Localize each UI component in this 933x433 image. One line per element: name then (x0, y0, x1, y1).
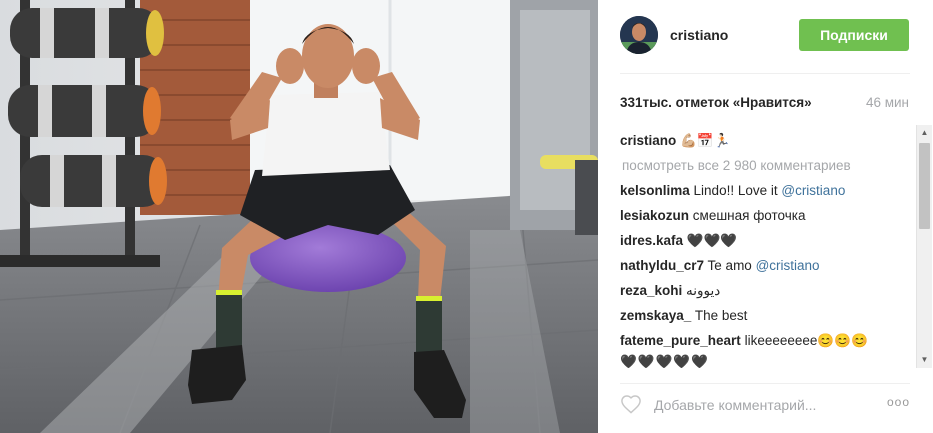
scrollbar-thumb[interactable] (919, 143, 930, 229)
comment-mention[interactable]: @cristiano (781, 183, 845, 198)
arrow-up-icon[interactable]: ▲ (917, 125, 932, 141)
follow-button[interactable]: Подписки (799, 19, 909, 51)
comments-scrollbar[interactable]: ▲ ▼ (916, 125, 932, 368)
likes-count[interactable]: 331тыс. отметок «Нравится» (620, 95, 812, 110)
list-item: zemskaya_ The best (620, 303, 910, 328)
comment-author[interactable]: reza_kohi (620, 283, 682, 298)
comment-author[interactable]: lesiakozun (620, 208, 689, 223)
comments-list: cristiano 💪🏼📅🏃🏻 посмотреть все 2 980 ком… (620, 128, 910, 368)
post-author-username[interactable]: cristiano (670, 27, 728, 43)
comment-author[interactable]: nathyldu_cr7 (620, 258, 704, 273)
instagram-post: cristiano Подписки 331тыс. отметок «Нрав… (0, 0, 933, 433)
comment-text: Te amo (707, 258, 756, 273)
comment-author[interactable]: idres.kafa (620, 233, 683, 248)
footer-divider (620, 383, 910, 384)
post-header: cristiano Подписки (598, 0, 933, 72)
heart-icon[interactable] (620, 394, 642, 414)
comment-text: The best (694, 308, 748, 323)
comment-mention[interactable]: @cristiano (756, 258, 820, 273)
avatar[interactable] (620, 16, 658, 54)
arrow-down-icon[interactable]: ▼ (917, 352, 932, 368)
list-item: idres.kafa 🖤🖤🖤 (620, 228, 910, 253)
comment-text: 🖤🖤🖤 (686, 233, 738, 248)
gym-photo-illustration (0, 0, 598, 433)
comment-text: likeeeeeeee😊😊😊 (744, 333, 868, 348)
avatar-image (620, 16, 658, 54)
comments-section[interactable]: cristiano 💪🏼📅🏃🏻 посмотреть все 2 980 ком… (620, 128, 920, 368)
caption-text: 💪🏼📅🏃🏻 (680, 133, 731, 148)
comment-input[interactable] (654, 393, 869, 417)
post-stats: 331тыс. отметок «Нравится» 46 мин (620, 95, 910, 115)
view-all-comments-link[interactable]: посмотреть все 2 980 комментариев (620, 154, 910, 178)
list-item: nathyldu_cr7 Te amo @cristiano (620, 253, 910, 278)
list-item: kelsonlima Lindo!! Love it @cristiano (620, 178, 910, 203)
comment-author[interactable]: zemskaya_ (620, 308, 691, 323)
more-options-icon[interactable]: ooo (882, 395, 910, 413)
list-item: fateme_pure_heart likeeeeeeee😊😊😊 (620, 328, 910, 353)
comment-text-continued: 🖤🖤🖤🖤🖤 (620, 354, 710, 368)
comment-footer: ooo (620, 393, 910, 419)
caption-author[interactable]: cristiano (620, 133, 676, 148)
list-item: lesiakozun смешная фоточка (620, 203, 910, 228)
post-details-panel: cristiano Подписки 331тыс. отметок «Нрав… (598, 0, 933, 433)
post-photo[interactable] (0, 0, 598, 433)
list-item: reza_kohi دیوونه (620, 278, 910, 303)
post-caption: cristiano 💪🏼📅🏃🏻 (620, 128, 910, 154)
comment-text: دیوونه (686, 283, 721, 298)
comment-text: Lindo!! Love it (693, 183, 782, 198)
post-timestamp[interactable]: 46 мин (866, 95, 909, 110)
comment-author[interactable]: fateme_pure_heart (620, 333, 741, 348)
comment-text: смешная фоточка (692, 208, 806, 223)
comment-author[interactable]: kelsonlima (620, 183, 690, 198)
header-divider (620, 73, 910, 74)
